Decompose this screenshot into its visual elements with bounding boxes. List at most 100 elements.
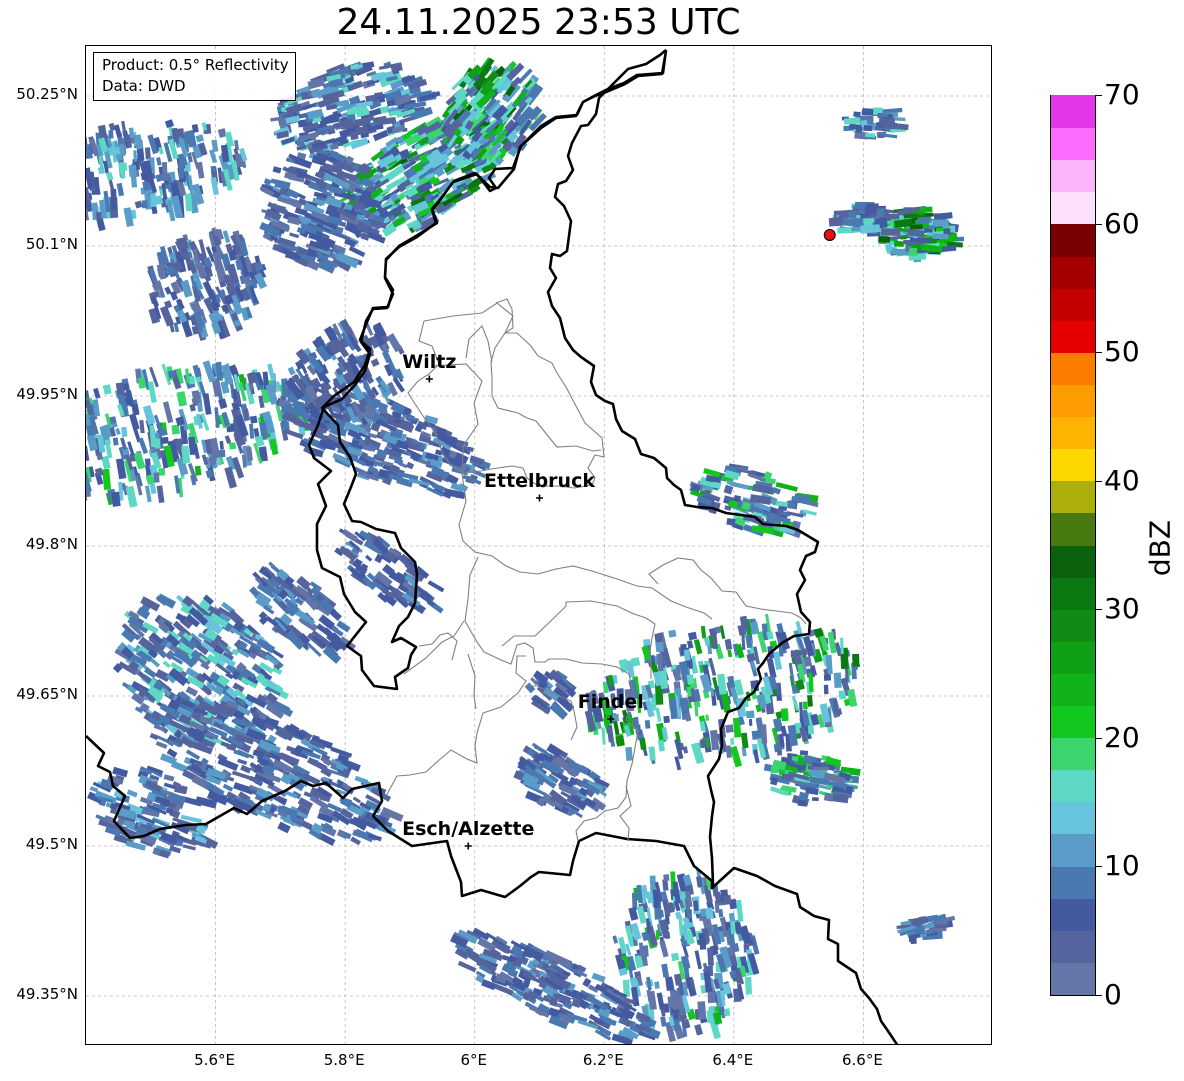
colorbar-tick-label: 10 <box>1104 849 1140 883</box>
echo-cell <box>852 653 860 667</box>
map-title: 24.11.2025 23:53 UTC <box>336 2 741 43</box>
longitude-tick-label: 5.6°E <box>194 1051 235 1069</box>
colorbar-segment <box>1051 320 1095 353</box>
longitude-tick-label: 6.4°E <box>712 1051 754 1069</box>
echo-cell <box>158 146 164 155</box>
echo-cell <box>615 735 625 747</box>
echo-cell <box>807 695 813 707</box>
echo-cell <box>932 219 949 227</box>
echo-cell <box>745 976 753 995</box>
colorbar-tick-label: 40 <box>1104 463 1140 497</box>
echo-cell <box>909 237 931 243</box>
echo-cell <box>864 206 877 215</box>
echo-cell <box>217 757 239 772</box>
echo-cell <box>211 170 217 179</box>
echo-cell <box>134 200 143 209</box>
echo-cell <box>710 687 715 697</box>
echo-cell <box>741 747 747 757</box>
colorbar-segment <box>1051 159 1095 193</box>
echo-cell <box>219 440 224 450</box>
echo-cell <box>802 701 808 710</box>
echo-cell <box>159 450 166 458</box>
echo-cell <box>113 124 122 138</box>
echo-cell <box>878 208 886 216</box>
echo-cell <box>730 738 735 745</box>
echo-cell <box>833 672 842 689</box>
colorbar-segment <box>1051 223 1095 257</box>
echo-cell <box>659 940 669 958</box>
echo-cell <box>727 649 733 658</box>
colorbar-tick <box>1096 609 1102 611</box>
echo-cell <box>853 111 861 118</box>
radar-map-canvas[interactable] <box>86 46 992 1045</box>
echo-cell <box>709 729 720 751</box>
echo-cell <box>860 224 882 234</box>
echo-cell <box>840 637 844 655</box>
echo-cell <box>700 625 707 639</box>
echo-cell <box>110 188 118 211</box>
echo-cell <box>863 219 873 226</box>
colorbar-tick-label: 60 <box>1104 206 1140 240</box>
echo-cell <box>457 960 477 973</box>
echo-cell <box>752 749 760 764</box>
colorbar-tick <box>1096 995 1102 996</box>
echo-cell <box>908 247 918 256</box>
echo-cell <box>746 710 755 719</box>
echo-cell <box>894 240 904 248</box>
colorbar-segment <box>1051 448 1095 482</box>
echo-cell <box>694 706 699 717</box>
echo-cell <box>225 243 233 253</box>
city-label: Findel <box>577 691 644 713</box>
echo-cell <box>195 134 205 143</box>
canton-borders <box>385 298 807 842</box>
product-info-box: Product: 0.5° Reflectivity Data: DWD <box>93 52 296 101</box>
colorbar-tick-label: 20 <box>1104 720 1140 754</box>
city-label: Wiltz <box>402 351 457 373</box>
echo-cell <box>164 119 175 129</box>
echo-cell <box>845 668 849 683</box>
echo-cell <box>797 799 807 807</box>
echo-cell <box>370 358 380 368</box>
echo-cell <box>610 740 616 748</box>
echo-cell <box>194 465 202 476</box>
echo-cell <box>112 437 119 446</box>
echo-cell <box>823 684 829 695</box>
echo-cell <box>671 952 680 962</box>
echo-cell <box>121 120 127 136</box>
echo-cell <box>86 445 90 462</box>
echo-cell <box>361 61 375 69</box>
colorbar-segment <box>1051 191 1095 225</box>
radar-site-marker <box>823 229 836 241</box>
echo-cell <box>724 638 733 651</box>
colorbar-segment <box>1051 127 1095 161</box>
echo-cell <box>725 724 734 733</box>
colorbar-segment <box>1051 833 1095 867</box>
echo-cell <box>687 631 698 641</box>
echo-cell <box>900 235 907 240</box>
colorbar-segment <box>1051 930 1095 963</box>
echo-cell <box>228 442 237 450</box>
echo-cell <box>233 782 251 794</box>
radar-map[interactable]: Product: 0.5° Reflectivity Data: DWD Wil… <box>85 45 992 1045</box>
echo-cell <box>386 333 403 353</box>
echo-cell <box>218 398 228 410</box>
echo-cell <box>381 350 392 364</box>
latitude-tick-label: 49.35°N <box>16 985 78 1003</box>
colorbar-segment <box>1051 865 1095 899</box>
echo-cell <box>663 874 668 882</box>
echo-cell <box>843 117 861 125</box>
echo-cell <box>176 128 185 138</box>
echo-cell <box>788 662 795 683</box>
echo-cell <box>341 528 358 542</box>
echo-cell <box>705 714 710 721</box>
echo-cell <box>102 384 112 395</box>
echo-cell <box>224 466 238 489</box>
echo-cell <box>655 707 662 722</box>
echo-cell <box>799 750 809 756</box>
latitude-tick-label: 49.65°N <box>16 685 78 703</box>
echo-cell <box>161 422 167 430</box>
echo-cell <box>176 391 188 407</box>
colorbar-segment <box>1051 641 1095 674</box>
colorbar-segment <box>1051 577 1095 610</box>
echo-cell <box>156 157 162 166</box>
